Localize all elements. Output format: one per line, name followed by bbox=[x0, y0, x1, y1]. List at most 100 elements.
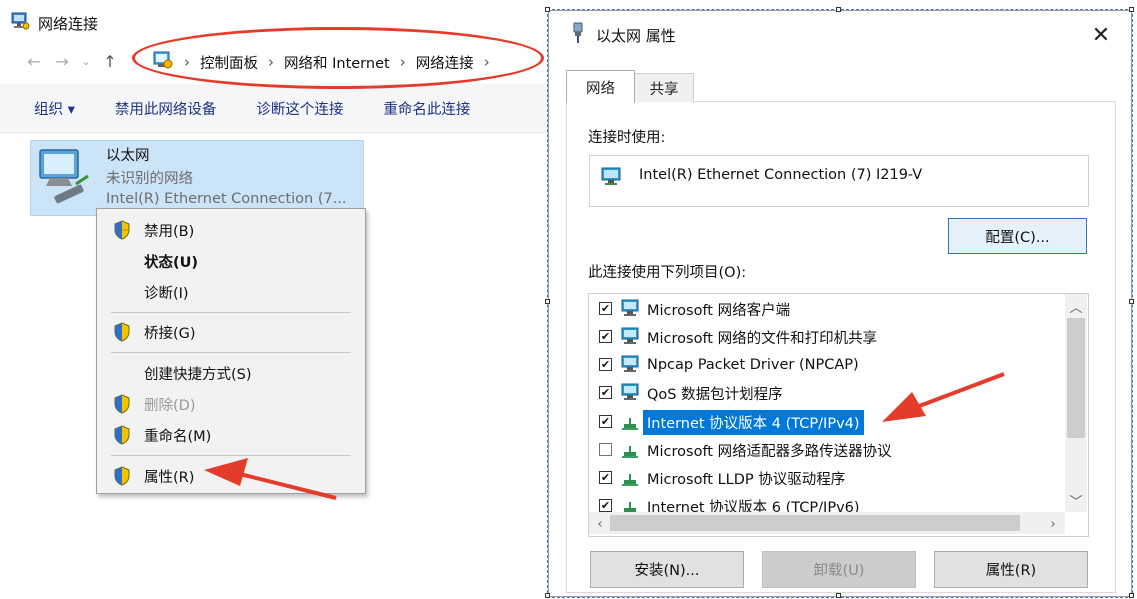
network-connections-window: 网络连接 ← → ⌄ ↑ › 控制面板 › 网络和 Internet › 网络连… bbox=[0, 0, 548, 599]
tab-network[interactable]: 网络 bbox=[566, 70, 635, 103]
disable-device-button[interactable]: 禁用此网络设备 bbox=[75, 98, 217, 119]
context-menu-label: 删除(D) bbox=[144, 397, 196, 414]
resize-handle[interactable] bbox=[545, 593, 550, 598]
network-client-icon bbox=[621, 327, 643, 351]
protocol-icon bbox=[621, 440, 641, 464]
configure-button[interactable]: 配置(C)... bbox=[948, 218, 1087, 254]
shield-icon bbox=[113, 466, 131, 490]
scroll-up-chevron-icon[interactable]: ︿ bbox=[1065, 296, 1087, 316]
scroll-right-chevron-icon[interactable]: › bbox=[1043, 514, 1063, 534]
breadcrumb-separator-icon: › bbox=[268, 53, 274, 71]
navigation-bar: ← → ⌄ ↑ bbox=[22, 46, 122, 76]
network-connections-icon bbox=[10, 11, 30, 35]
checkbox-checked[interactable]: ✔ bbox=[599, 358, 612, 371]
context-menu-item-status[interactable]: 状态(U) bbox=[97, 246, 365, 276]
properties-button[interactable]: 属性(R) bbox=[934, 551, 1088, 588]
list-item-label: Internet 协议版本 4 (TCP/IPv4) bbox=[643, 409, 864, 435]
breadcrumb-control-panel[interactable]: 控制面板 bbox=[200, 52, 258, 73]
context-menu-item-diagnose[interactable]: 诊断(I) bbox=[97, 277, 365, 307]
dialog-title-bar: 以太网 属性 bbox=[570, 20, 676, 50]
checkbox-checked[interactable]: ✔ bbox=[599, 302, 612, 315]
command-toolbar: 组织 ▾ 禁用此网络设备 诊断这个连接 重命名此连接 bbox=[0, 84, 548, 133]
tab-sharing[interactable]: 共享 bbox=[634, 73, 694, 102]
list-item[interactable]: ✔ Npcap Packet Driver (NPCAP) bbox=[589, 351, 1069, 379]
protocol-icon bbox=[621, 468, 641, 492]
ethernet-plug-icon bbox=[570, 22, 586, 48]
breadcrumb-network-internet[interactable]: 网络和 Internet bbox=[284, 52, 390, 73]
shield-icon bbox=[113, 394, 131, 418]
list-item[interactable]: ✔ QoS 数据包计划程序 bbox=[589, 379, 1069, 407]
network-client-icon bbox=[621, 299, 643, 323]
resize-handle[interactable] bbox=[1129, 7, 1134, 12]
list-item-label: Npcap Packet Driver (NPCAP) bbox=[647, 357, 859, 373]
resize-handle[interactable] bbox=[545, 299, 550, 304]
resize-handle[interactable] bbox=[836, 7, 841, 12]
list-item[interactable]: ✔ Microsoft 网络的文件和打印机共享 bbox=[589, 323, 1069, 351]
resize-handle[interactable] bbox=[1129, 299, 1134, 304]
context-menu-item-rename[interactable]: 重命名(M) bbox=[97, 420, 365, 450]
vertical-scroll-thumb[interactable] bbox=[1067, 318, 1085, 438]
control-panel-icon bbox=[152, 49, 174, 75]
adapter-device-text: Intel(R) Ethernet Connection (7) I219-V bbox=[639, 167, 923, 183]
context-menu-label: 属性(R) bbox=[144, 469, 195, 486]
list-item[interactable]: ✔ Microsoft 网络客户端 bbox=[589, 295, 1069, 323]
checkbox-checked[interactable]: ✔ bbox=[599, 330, 612, 343]
context-menu-item-create-shortcut[interactable]: 创建快捷方式(S) bbox=[97, 358, 365, 388]
adapter-context-menu: 禁用(B) 状态(U) 诊断(I) 桥接(G) 创建快捷方式(S) 删除(D) … bbox=[96, 208, 366, 494]
context-menu-label: 桥接(G) bbox=[144, 325, 196, 342]
context-menu-label: 禁用(B) bbox=[144, 223, 195, 240]
context-menu-item-disable[interactable]: 禁用(B) bbox=[97, 215, 365, 245]
shield-icon bbox=[113, 322, 131, 346]
list-item-label: Microsoft 网络的文件和打印机共享 bbox=[647, 330, 878, 347]
network-adapter-icon bbox=[600, 166, 624, 192]
breadcrumb-network-connections[interactable]: 网络连接 bbox=[416, 52, 474, 73]
context-menu-item-delete: 删除(D) bbox=[97, 389, 365, 419]
network-client-icon bbox=[621, 383, 643, 407]
adapter-name: 以太网 bbox=[106, 148, 150, 164]
menu-separator bbox=[111, 455, 351, 456]
context-menu-item-properties[interactable]: 属性(R) bbox=[97, 461, 365, 491]
checkbox-checked[interactable]: ✔ bbox=[599, 499, 612, 512]
resize-handle[interactable] bbox=[545, 7, 550, 12]
rename-connection-button[interactable]: 重命名此连接 bbox=[343, 98, 470, 119]
horizontal-scroll-thumb[interactable] bbox=[610, 515, 1020, 531]
items-list-label: 此连接使用下列项目(O): bbox=[588, 265, 747, 281]
uninstall-button: 卸载(U) bbox=[762, 551, 916, 588]
install-button[interactable]: 安装(N)... bbox=[590, 551, 744, 588]
up-arrow-icon[interactable]: ↑ bbox=[98, 49, 122, 73]
list-item-selected[interactable]: ✔ Internet 协议版本 4 (TCP/IPv4) bbox=[589, 408, 1069, 436]
list-item[interactable]: Microsoft 网络适配器多路传送器协议 bbox=[589, 436, 1069, 464]
protocol-icon bbox=[621, 412, 641, 436]
recent-chevron-down-icon[interactable]: ⌄ bbox=[74, 49, 98, 73]
scroll-left-chevron-icon[interactable]: ‹ bbox=[590, 514, 610, 534]
context-menu-label: 创建快捷方式(S) bbox=[144, 366, 252, 383]
dialog-title: 以太网 属性 bbox=[596, 26, 676, 45]
context-menu-label: 诊断(I) bbox=[144, 285, 189, 302]
ethernet-adapter-icon bbox=[36, 146, 94, 208]
diagnose-connection-button[interactable]: 诊断这个连接 bbox=[216, 98, 343, 119]
shield-icon bbox=[113, 220, 131, 244]
back-arrow-icon[interactable]: ← bbox=[22, 49, 46, 73]
checkbox-checked[interactable]: ✔ bbox=[599, 415, 612, 428]
context-menu-item-bridge[interactable]: 桥接(G) bbox=[97, 317, 365, 347]
forward-arrow-icon[interactable]: → bbox=[50, 49, 74, 73]
list-item-label: Microsoft LLDP 协议驱动程序 bbox=[647, 471, 846, 488]
breadcrumb-separator-icon: › bbox=[483, 53, 490, 71]
network-client-icon bbox=[621, 355, 643, 379]
organize-menu-button[interactable]: 组织 ▾ bbox=[0, 98, 75, 119]
list-item-label: Microsoft 网络适配器多路传送器协议 bbox=[647, 443, 892, 460]
close-icon[interactable]: ✕ bbox=[1088, 22, 1114, 48]
window-title: 网络连接 bbox=[38, 14, 99, 33]
resize-handle[interactable] bbox=[836, 593, 841, 598]
connect-using-label: 连接时使用: bbox=[588, 130, 666, 146]
resize-handle[interactable] bbox=[1129, 593, 1134, 598]
window-title-bar: 网络连接 bbox=[10, 10, 98, 36]
scroll-down-chevron-icon[interactable]: ﹀ bbox=[1065, 490, 1087, 510]
list-item[interactable]: ✔ Microsoft LLDP 协议驱动程序 bbox=[589, 464, 1069, 492]
context-menu-label: 重命名(M) bbox=[144, 428, 212, 445]
breadcrumb: › 控制面板 › 网络和 Internet › 网络连接 › bbox=[152, 48, 490, 76]
checkbox-unchecked[interactable] bbox=[599, 443, 612, 456]
checkbox-checked[interactable]: ✔ bbox=[599, 386, 612, 399]
menu-separator bbox=[111, 312, 351, 313]
checkbox-checked[interactable]: ✔ bbox=[599, 471, 612, 484]
